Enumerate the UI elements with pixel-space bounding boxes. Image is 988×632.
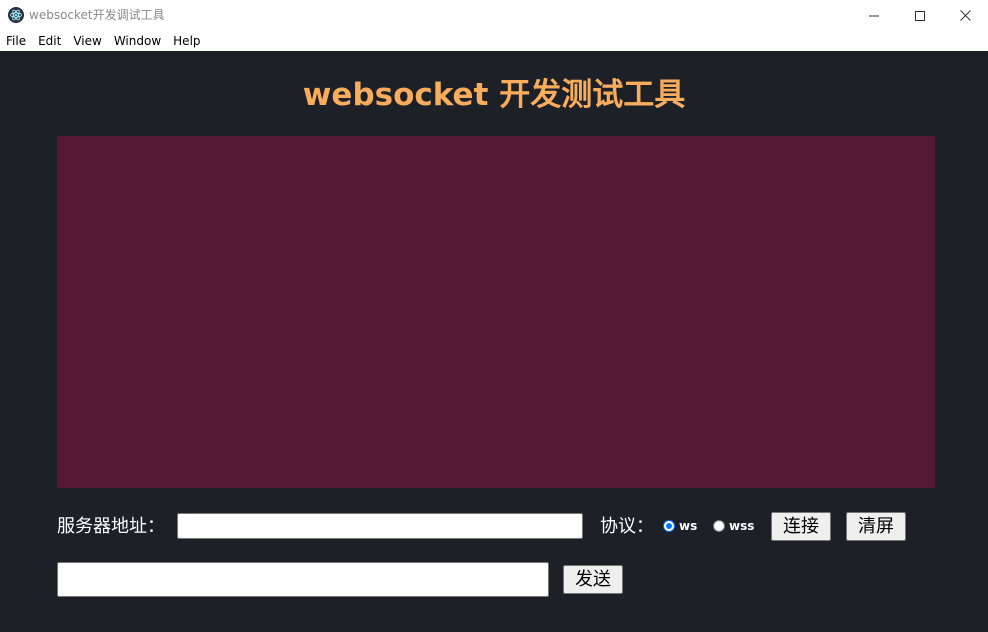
window-title: websocket开发调试工具 bbox=[29, 8, 165, 22]
protocol-label: 协议： bbox=[600, 516, 654, 537]
server-address-label: 服务器地址： bbox=[57, 516, 165, 537]
connect-button[interactable]: 连接 bbox=[771, 512, 831, 541]
minimize-icon bbox=[869, 15, 879, 16]
minimize-button[interactable] bbox=[851, 0, 897, 31]
protocol-wss-radio[interactable] bbox=[713, 520, 725, 532]
menu-help[interactable]: Help bbox=[167, 31, 206, 51]
message-row: 发送 bbox=[57, 562, 937, 598]
send-button[interactable]: 发送 bbox=[563, 565, 623, 594]
menu-window[interactable]: Window bbox=[108, 31, 167, 51]
menu-edit[interactable]: Edit bbox=[32, 31, 67, 51]
clear-screen-button[interactable]: 清屏 bbox=[846, 512, 906, 541]
protocol-ws-label[interactable]: ws bbox=[679, 518, 697, 534]
close-button[interactable] bbox=[942, 0, 988, 31]
menu-view[interactable]: View bbox=[67, 31, 107, 51]
main-content: websocket 开发测试工具 服务器地址： 协议： ws wss 连接 清屏… bbox=[0, 51, 988, 632]
connection-row: 服务器地址： 协议： ws wss 连接 清屏 bbox=[57, 512, 937, 542]
title-bar: websocket开发调试工具 bbox=[0, 0, 988, 31]
message-input[interactable] bbox=[57, 562, 549, 597]
app-window: websocket开发调试工具 File Edit View Window He… bbox=[0, 0, 988, 632]
maximize-button[interactable] bbox=[897, 0, 943, 31]
protocol-wss-label[interactable]: wss bbox=[729, 518, 754, 534]
close-icon bbox=[959, 10, 971, 21]
server-address-input[interactable] bbox=[177, 513, 583, 539]
protocol-ws-radio[interactable] bbox=[663, 520, 675, 532]
menu-bar: File Edit View Window Help bbox=[0, 31, 988, 51]
page-title: websocket 开发测试工具 bbox=[302, 77, 686, 113]
message-output-panel bbox=[57, 136, 935, 488]
menu-file[interactable]: File bbox=[0, 31, 32, 51]
maximize-icon bbox=[915, 10, 925, 21]
electron-icon bbox=[8, 7, 24, 23]
